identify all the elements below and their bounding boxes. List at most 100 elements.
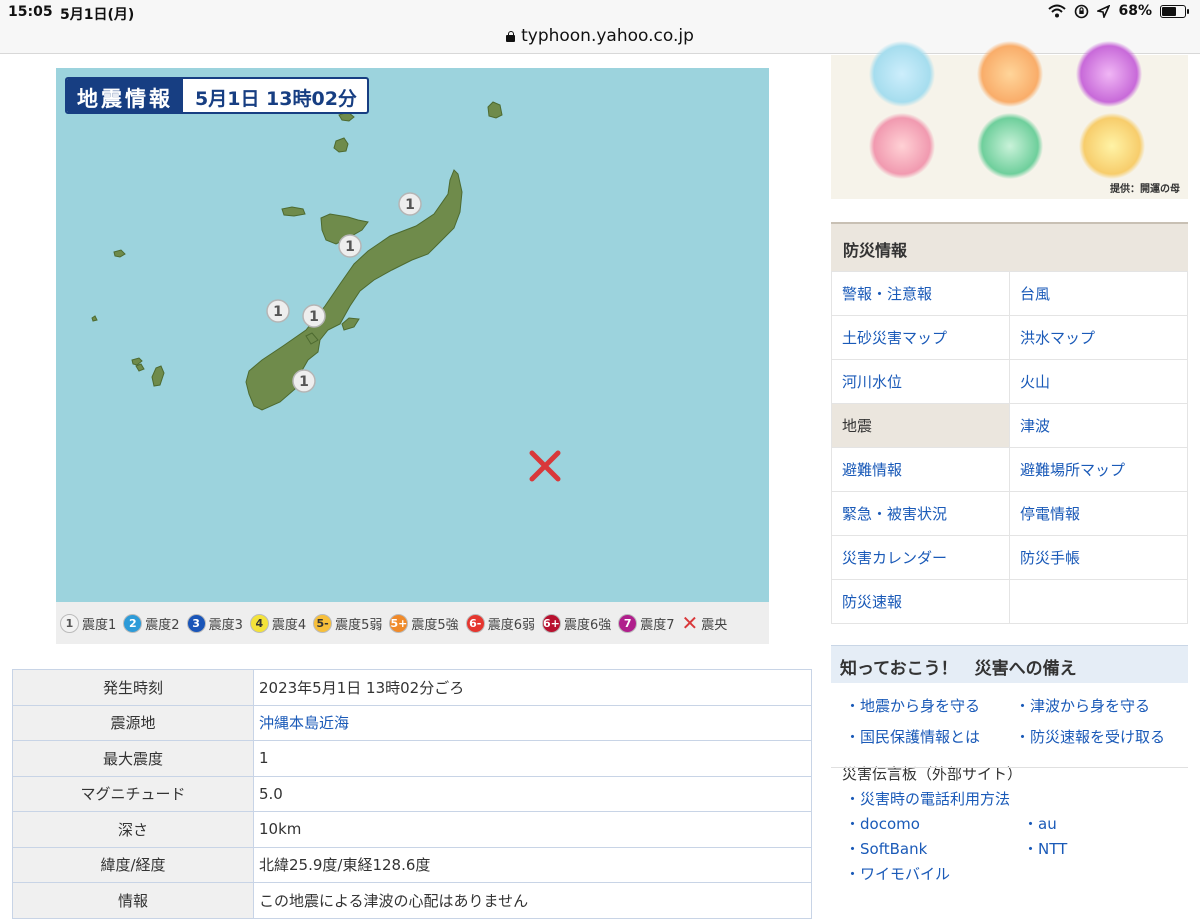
- tonaki-island: [113, 249, 126, 258]
- ad-banner[interactable]: 提供：開運の母: [831, 41, 1188, 199]
- info-value: 北緯25.9度/東経128.6度: [253, 846, 812, 883]
- dengon-link[interactable]: ・au: [1023, 813, 1173, 834]
- earthquake-info-label: 地震情報 5月1日 13時02分: [65, 77, 369, 114]
- legend-label: 震度1: [82, 617, 117, 633]
- dengon-link[interactable]: ・docomo: [845, 813, 1023, 834]
- info-value-link[interactable]: 沖縄本島近海: [253, 704, 812, 741]
- disaster-info-row: 地震 津波: [831, 403, 1188, 448]
- legend-item: 3 震度3: [186, 613, 243, 633]
- info-key: 情報: [12, 882, 254, 919]
- ad-bubble: [977, 41, 1043, 107]
- legend-label: 震度2: [145, 617, 180, 633]
- disaster-info-link[interactable]: 防災手帳: [1009, 535, 1188, 580]
- disaster-info-link[interactable]: 土砂災害マップ: [831, 315, 1010, 360]
- yoron-island: [487, 101, 503, 119]
- disaster-info-grid: 警報・注意報 台風 土砂災害マップ 洪水マップ 河川水位 火山 地震 津波 避難情報 避難場所マッ…: [831, 271, 1188, 624]
- dengon-link[interactable]: ・ワイモバイル: [845, 863, 1023, 884]
- table-row: 緯度/経度 北緯25.9度/東経128.6度: [12, 846, 812, 883]
- status-time: 15:05: [8, 4, 53, 20]
- rotation-lock-icon: [1075, 4, 1089, 18]
- battery-percent: 68%: [1118, 3, 1152, 19]
- intensity-dot-icon: 7: [618, 613, 638, 633]
- status-date: 5月1日(月): [60, 7, 135, 23]
- legend-label: 震央: [701, 617, 728, 633]
- legend-label: 震度5強: [411, 617, 459, 633]
- intensity-dot-icon: 5+: [389, 613, 409, 633]
- info-key: 最大震度: [12, 740, 254, 777]
- legend-item: 6- 震度6弱: [465, 613, 535, 633]
- dengon-link[interactable]: ・NTT: [1023, 838, 1173, 859]
- legend-item: 5+ 震度5強: [389, 613, 459, 633]
- dengon-link[interactable]: ・災害時の電話利用方法: [845, 788, 1023, 809]
- info-value: 1: [253, 740, 812, 777]
- disaster-info-link[interactable]: 警報・注意報: [831, 271, 1010, 316]
- dengon-links: ・災害時の電話利用方法 ・docomo ・au ・SoftBank ・NTT ・ワイモバイ…: [831, 784, 1188, 884]
- info-key: 発生時刻: [12, 669, 254, 706]
- preparedness-link[interactable]: ・地震から身を守る: [845, 695, 1015, 716]
- ad-bubble: [869, 113, 935, 179]
- divider: [831, 767, 1188, 768]
- info-value: この地震による津波の心配はありません: [253, 882, 812, 919]
- epicenter-x-icon: [529, 450, 561, 482]
- intensity-dot-icon: 6+: [541, 613, 561, 633]
- disaster-info-link[interactable]: 台風: [1009, 271, 1188, 316]
- table-row: 最大震度 1: [12, 740, 812, 777]
- status-icons: 68%: [1048, 3, 1189, 19]
- epicenter-x-icon: ✕: [681, 611, 699, 635]
- intensity-dot-icon: 5-: [313, 613, 333, 633]
- disaster-info-link[interactable]: 災害カレンダー: [831, 535, 1010, 580]
- intensity-marker: 1: [302, 304, 326, 328]
- disaster-info-row: 避難情報 避難場所マップ: [831, 447, 1188, 492]
- ad-credit: 提供：開運の母: [1110, 184, 1180, 195]
- intensity-dot-icon: 3: [186, 613, 206, 633]
- disaster-info-link[interactable]: 地震: [831, 403, 1010, 448]
- preparedness-link[interactable]: ・津波から身を守る: [1015, 695, 1185, 716]
- legend-item: 2 震度2: [123, 613, 180, 633]
- disaster-info-link[interactable]: 火山: [1009, 359, 1188, 404]
- svg-text:1: 1: [273, 304, 283, 320]
- map-datetime: 5月1日 13時02分: [195, 88, 357, 110]
- legend-item-epicenter: ✕ 震央: [682, 613, 728, 633]
- preparedness-title: 知っておこう！ 災害への備え: [831, 645, 1188, 683]
- legend-label: 震度6強: [563, 617, 612, 633]
- table-row: 発生時刻 2023年5月1日 13時02分ごろ: [12, 669, 812, 706]
- legend-label: 震度6弱: [487, 617, 535, 633]
- table-row: 深さ 10km: [12, 811, 812, 848]
- disaster-info-menu: 防災情報 警報・注意報 台風 土砂災害マップ 洪水マップ 河川水位 火山 地震 津波 避難情報避…: [831, 222, 1188, 624]
- disaster-info-link[interactable]: 避難情報: [831, 447, 1010, 492]
- svg-text:1: 1: [299, 374, 309, 390]
- disaster-info-row: 防災速報: [831, 579, 1188, 624]
- table-row: 震源地 沖縄本島近海: [12, 704, 812, 741]
- preparedness-link[interactable]: ・防災速報を受け取る: [1015, 726, 1185, 747]
- intensity-marker: 1: [266, 299, 290, 323]
- earthquake-info-table: 発生時刻 2023年5月1日 13時02分ごろ 震源地 沖縄本島近海 最大震度 1 マグニチ…: [12, 669, 812, 919]
- intensity-marker: 1: [292, 369, 316, 393]
- preparedness-link[interactable]: ・国民保護情報とは: [845, 726, 1015, 747]
- iheya-island: [333, 137, 349, 153]
- disaster-info-link[interactable]: 避難場所マップ: [1009, 447, 1188, 492]
- disaster-info-link[interactable]: 停電情報: [1009, 491, 1188, 536]
- info-key: マグニチュード: [12, 775, 254, 812]
- info-key: 緯度/経度: [12, 846, 254, 883]
- url-text[interactable]: typhoon.yahoo.co.jp: [521, 26, 694, 46]
- kerama-island: [151, 365, 165, 387]
- legend-item: 7 震度7: [618, 613, 675, 633]
- info-value: 5.0: [253, 775, 812, 812]
- empty-cell: [1023, 863, 1173, 884]
- table-row: 情報 この地震による津波の心配はありません: [12, 882, 812, 919]
- disaster-info-link[interactable]: 津波: [1009, 403, 1188, 448]
- empty-cell: [1023, 788, 1173, 809]
- location-arrow-icon: [1097, 4, 1111, 18]
- disaster-info-link[interactable]: 防災速報: [831, 579, 1010, 624]
- legend-item: 6+ 震度6強: [541, 613, 612, 633]
- empty-cell: [1009, 579, 1188, 624]
- dengon-link[interactable]: ・SoftBank: [845, 838, 1023, 859]
- legend-label: 震度5弱: [335, 617, 383, 633]
- preparedness-links: ・地震から身を守る ・津波から身を守る ・国民保護情報とは ・防災速報を受け取る: [831, 683, 1188, 747]
- status-bar: 15:05 5月1日(月) 68%: [0, 0, 1200, 24]
- svg-text:1: 1: [309, 309, 319, 325]
- disaster-info-link[interactable]: 洪水マップ: [1009, 315, 1188, 360]
- disaster-info-link[interactable]: 河川水位: [831, 359, 1010, 404]
- disaster-info-link[interactable]: 緊急・被害状況: [831, 491, 1010, 536]
- preparedness-section: 知っておこう！ 災害への備え ・地震から身を守る ・津波から身を守る ・国民保護情報…: [831, 645, 1188, 884]
